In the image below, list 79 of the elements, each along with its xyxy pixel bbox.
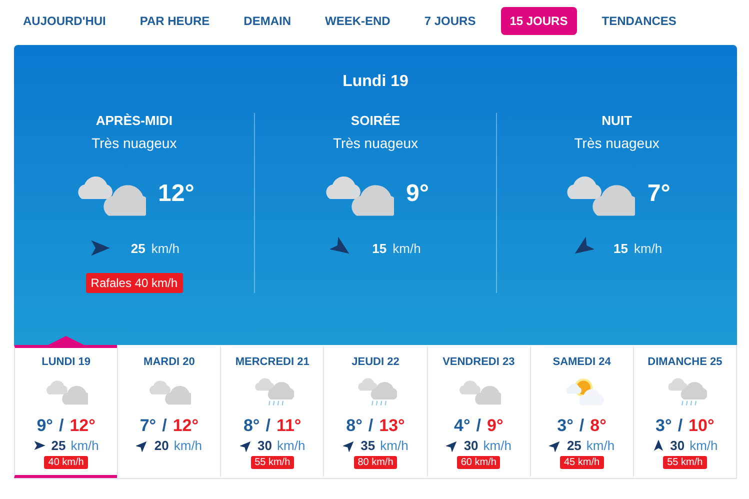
wind-speed: 30 <box>670 438 685 453</box>
temperature: 12° <box>158 180 194 208</box>
condition-text: Très nuageux <box>574 135 660 151</box>
max-temperature: 12° <box>172 416 199 436</box>
day-label: DIMANCHE 25 <box>648 356 722 368</box>
gust-badge: 40 km/h <box>44 456 88 469</box>
temperature-separator: / <box>266 416 270 436</box>
min-temperature: 8° <box>243 416 260 436</box>
period-name: SOIRÉE <box>350 113 400 128</box>
min-temperature: 7° <box>140 416 156 436</box>
temperature-separator: / <box>368 416 374 436</box>
condition-text: Très nuageux <box>92 135 177 151</box>
min-temperature: 3° <box>557 416 574 436</box>
day-card[interactable]: SAMEDI 24 3° / 8° 25 km/h 45 km/h <box>530 345 633 478</box>
wind-unit: km/h <box>586 438 615 453</box>
wind-unit: km/h <box>174 438 202 453</box>
wind-unit: km/h <box>690 438 718 453</box>
max-temperature: 13° <box>379 416 405 436</box>
day-label: MERCREDI 21 <box>235 356 310 368</box>
day-label: VENDREDI 23 <box>442 356 515 368</box>
min-temperature: 9° <box>36 416 53 436</box>
min-temperature: 8° <box>346 416 362 436</box>
wind-speed: 15 <box>614 240 628 256</box>
max-temperature: 10° <box>688 416 714 436</box>
temperature: 9° <box>406 180 429 208</box>
gust-badge: 55 km/h <box>250 456 294 469</box>
wind-unit: km/h <box>392 240 421 256</box>
wind-unit: km/h <box>277 438 306 453</box>
condition-text: Très nuageux <box>332 135 418 151</box>
gust-badge: 45 km/h <box>560 456 604 469</box>
nav-tab[interactable]: AUJOURD'HUI <box>14 7 115 35</box>
wind-unit: km/h <box>151 240 180 256</box>
nav-tab[interactable]: TENDANCES <box>592 7 686 35</box>
wind-unit: km/h <box>634 240 662 256</box>
day-card[interactable]: DIMANCHE 25 3° / 10° 30 km/h 55 km/h <box>632 345 736 478</box>
day-label: MARDI 20 <box>144 356 195 368</box>
nav-tab[interactable]: PAR HEURE <box>130 7 219 35</box>
wind-speed: 35 <box>360 438 376 453</box>
nav-tab[interactable]: WEEK-END <box>316 7 400 35</box>
wind-speed: 30 <box>258 438 272 453</box>
wind-speed: 25 <box>130 240 146 256</box>
gust-badge: 55 km/h <box>663 456 707 469</box>
day-card[interactable]: MARDI 20 7° / 12° 20 km/h <box>117 345 220 478</box>
temperature-separator: / <box>58 416 64 436</box>
temperature-separator: / <box>162 416 167 436</box>
wind-speed: 25 <box>51 438 66 453</box>
max-temperature: 12° <box>70 416 96 436</box>
max-temperature: 8° <box>590 416 606 436</box>
day-card[interactable]: MERCREDI 21 8° / 11° 30 km/h 55 km/h <box>220 345 324 478</box>
day-title: Lundi 19 <box>342 73 408 91</box>
nav-tab[interactable]: 7 JOURS <box>415 7 485 35</box>
temperature-separator: / <box>678 416 683 436</box>
wind-unit: km/h <box>70 438 99 453</box>
period-name: NUIT <box>602 113 632 128</box>
temperature-separator: / <box>579 416 584 436</box>
day-label: JEUDI 22 <box>352 356 400 368</box>
gust-badge: Rafales 40 km/h <box>86 273 183 294</box>
wind-unit: km/h <box>483 438 512 453</box>
wind-speed: 25 <box>566 438 582 453</box>
wind-unit: km/h <box>380 438 408 453</box>
wind-speed: 30 <box>464 438 478 453</box>
day-label: SAMEDI 24 <box>552 356 611 368</box>
min-temperature: 4° <box>454 416 470 436</box>
gust-badge: 80 km/h <box>354 456 398 469</box>
day-card[interactable]: VENDREDI 23 4° / 9° 30 km/h 60 km/h <box>426 345 530 478</box>
temperature: 7° <box>647 180 670 208</box>
temperature-separator: / <box>476 416 481 436</box>
period-name: APRÈS-MIDI <box>96 113 172 128</box>
selection-pointer-icon <box>48 336 84 345</box>
day-card[interactable]: JEUDI 22 8° / 13° 35 km/h 80 km/h <box>323 345 427 478</box>
nav-tab[interactable]: 15 JOURS <box>500 7 577 35</box>
max-temperature: 9° <box>487 416 504 436</box>
wind-speed: 20 <box>154 438 169 453</box>
day-label: LUNDI 19 <box>42 356 91 368</box>
wind-speed: 15 <box>372 240 387 256</box>
gust-badge: 60 km/h <box>456 456 500 469</box>
max-temperature: 11° <box>276 416 302 436</box>
min-temperature: 3° <box>656 416 672 436</box>
nav-tab[interactable]: DEMAIN <box>234 7 300 35</box>
